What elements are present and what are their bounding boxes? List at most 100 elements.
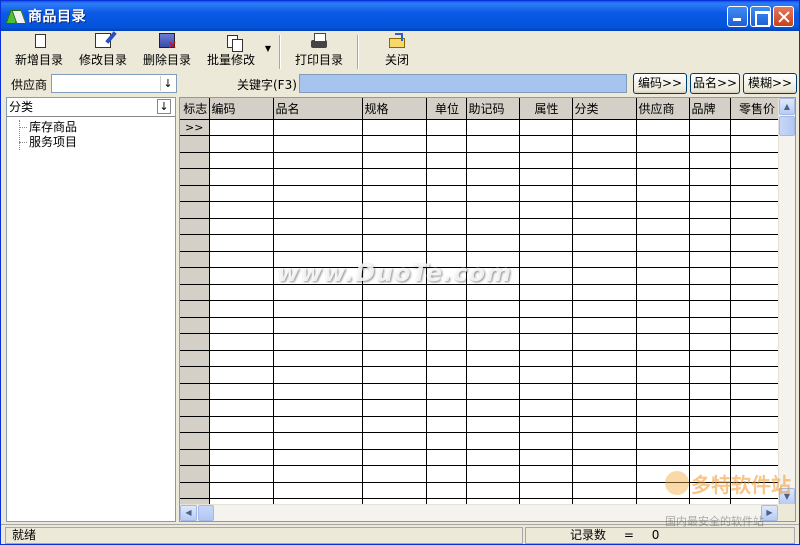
supplier-select[interactable]: ↓ bbox=[51, 74, 177, 93]
main-window: 商品目录 新增目录 修改目录 删除目录 批量修改 ▼ 打印目录 bbox=[0, 0, 800, 545]
table-row[interactable] bbox=[180, 399, 783, 417]
batch-dropdown-arrow[interactable]: ▼ bbox=[263, 25, 273, 71]
col-flag[interactable]: 标志 bbox=[180, 98, 210, 120]
table-row[interactable] bbox=[180, 300, 783, 318]
title-bar: 商品目录 bbox=[1, 1, 799, 31]
keyword-input[interactable] bbox=[299, 74, 627, 93]
delete-catalog-button[interactable]: 删除目录 bbox=[135, 33, 199, 71]
table-row[interactable] bbox=[180, 432, 783, 450]
minimize-button[interactable] bbox=[727, 6, 748, 27]
new-catalog-button[interactable]: 新增目录 bbox=[7, 33, 71, 71]
table-row[interactable]: >> bbox=[180, 119, 783, 136]
vertical-scroll-thumb[interactable] bbox=[779, 116, 795, 136]
toolbar-separator bbox=[279, 35, 281, 69]
table-row[interactable] bbox=[180, 449, 783, 466]
table-row[interactable] bbox=[180, 482, 783, 499]
category-panel: 分类 ↓ 库存商品 服务项目 bbox=[6, 97, 176, 522]
table-row[interactable] bbox=[180, 135, 783, 153]
toolbar: 新增目录 修改目录 删除目录 批量修改 ▼ 打印目录 关闭 bbox=[7, 33, 429, 71]
scroll-up-arrow-icon[interactable]: ▲ bbox=[779, 98, 795, 115]
table-row[interactable] bbox=[180, 333, 783, 351]
table-row[interactable] bbox=[180, 218, 783, 235]
table-row[interactable] bbox=[180, 185, 783, 202]
print-catalog-button[interactable]: 打印目录 bbox=[287, 33, 351, 71]
table-row[interactable] bbox=[180, 317, 783, 334]
horizontal-scroll-thumb[interactable] bbox=[198, 505, 214, 521]
edit-icon bbox=[95, 33, 111, 48]
close-button[interactable]: 关闭 bbox=[365, 33, 429, 71]
tree-item-inventory[interactable]: 库存商品 bbox=[7, 120, 175, 135]
printer-icon bbox=[311, 33, 327, 48]
close-folder-icon bbox=[389, 33, 405, 48]
batch-icon bbox=[227, 35, 243, 52]
col-supplier[interactable]: 供应商 bbox=[636, 98, 690, 120]
col-retail-price[interactable]: 零售价 bbox=[730, 98, 783, 120]
table-row[interactable] bbox=[180, 152, 783, 169]
edit-catalog-label: 修改目录 bbox=[78, 53, 127, 67]
close-window-button[interactable] bbox=[773, 6, 794, 27]
filter-bar: 供应商 ↓ 关键字(F3) 编码>> 品名>> 模糊>> bbox=[1, 73, 799, 95]
current-row-marker: >> bbox=[180, 119, 210, 136]
category-header-label: 分类 bbox=[9, 100, 34, 114]
app-icon bbox=[7, 8, 23, 24]
col-attribute[interactable]: 属性 bbox=[519, 98, 573, 120]
table-row[interactable] bbox=[180, 366, 783, 384]
window-controls bbox=[727, 6, 794, 27]
col-code[interactable]: 编码 bbox=[209, 98, 274, 120]
table-row[interactable] bbox=[180, 251, 783, 268]
down-arrow-icon[interactable]: ↓ bbox=[160, 76, 175, 91]
table-row[interactable] bbox=[180, 234, 783, 252]
table-row[interactable] bbox=[180, 168, 783, 186]
scroll-left-arrow-icon[interactable]: ◀ bbox=[180, 505, 197, 521]
status-bar: 就绪 记录数 = 0 bbox=[1, 524, 799, 544]
vertical-scrollbar[interactable]: ▲ ▼ bbox=[778, 98, 795, 505]
status-ready: 就绪 bbox=[5, 527, 523, 544]
col-unit[interactable]: 单位 bbox=[426, 98, 467, 120]
search-by-name-button[interactable]: 品名>> bbox=[690, 73, 740, 94]
new-doc-icon bbox=[35, 34, 46, 48]
toolbar-separator bbox=[357, 35, 359, 69]
status-record-count: 记录数 = 0 bbox=[525, 527, 795, 544]
fuzzy-search-button[interactable]: 模糊>> bbox=[743, 73, 797, 94]
grid-body: >> bbox=[180, 119, 783, 516]
print-catalog-label: 打印目录 bbox=[294, 53, 343, 67]
scroll-down-arrow-icon[interactable]: ▼ bbox=[779, 488, 795, 505]
tree-item-service[interactable]: 服务项目 bbox=[7, 135, 175, 150]
window-title: 商品目录 bbox=[28, 9, 86, 25]
search-by-code-button[interactable]: 编码>> bbox=[633, 73, 687, 94]
grid-header-row: 标志 编码 品名 规格 单位 助记码 属性 分类 供应商 品牌 零售价 bbox=[180, 98, 783, 120]
col-mnemonic[interactable]: 助记码 bbox=[466, 98, 520, 120]
supplier-label: 供应商 bbox=[11, 78, 48, 92]
maximize-button[interactable] bbox=[750, 6, 771, 27]
down-arrow-icon[interactable]: ↓ bbox=[157, 99, 171, 114]
delete-icon bbox=[159, 33, 177, 52]
record-count-eq: = bbox=[623, 528, 634, 542]
table-row[interactable] bbox=[180, 383, 783, 400]
category-header[interactable]: 分类 ↓ bbox=[7, 98, 175, 117]
table-row[interactable] bbox=[180, 350, 783, 367]
delete-catalog-label: 删除目录 bbox=[142, 53, 191, 67]
table-row[interactable] bbox=[180, 284, 783, 301]
batch-edit-label: 批量修改 bbox=[206, 53, 255, 67]
scroll-right-arrow-icon[interactable]: ▶ bbox=[761, 505, 778, 521]
product-table: 标志 编码 品名 规格 单位 助记码 属性 分类 供应商 品牌 零售价 >> bbox=[180, 98, 783, 516]
table-row[interactable] bbox=[180, 465, 783, 483]
col-spec[interactable]: 规格 bbox=[362, 98, 427, 120]
table-row[interactable] bbox=[180, 416, 783, 433]
col-category[interactable]: 分类 bbox=[572, 98, 637, 120]
horizontal-scrollbar[interactable]: ◀ ▶ bbox=[180, 504, 778, 521]
keyword-label: 关键字(F3) bbox=[237, 78, 297, 92]
edit-catalog-button[interactable]: 修改目录 bbox=[71, 33, 135, 71]
table-row[interactable] bbox=[180, 201, 783, 219]
record-count-label: 记录数 bbox=[570, 528, 607, 542]
table-row[interactable] bbox=[180, 267, 783, 285]
col-name[interactable]: 品名 bbox=[273, 98, 363, 120]
close-label: 关闭 bbox=[384, 53, 409, 67]
col-brand[interactable]: 品牌 bbox=[689, 98, 731, 120]
batch-edit-button[interactable]: 批量修改 bbox=[199, 33, 263, 71]
category-tree: 库存商品 服务项目 bbox=[7, 117, 175, 150]
product-grid: 标志 编码 品名 规格 单位 助记码 属性 分类 供应商 品牌 零售价 >> ▲… bbox=[179, 97, 796, 522]
record-count-value: 0 bbox=[651, 528, 660, 542]
new-catalog-label: 新增目录 bbox=[14, 53, 63, 67]
scroll-corner bbox=[778, 504, 795, 521]
